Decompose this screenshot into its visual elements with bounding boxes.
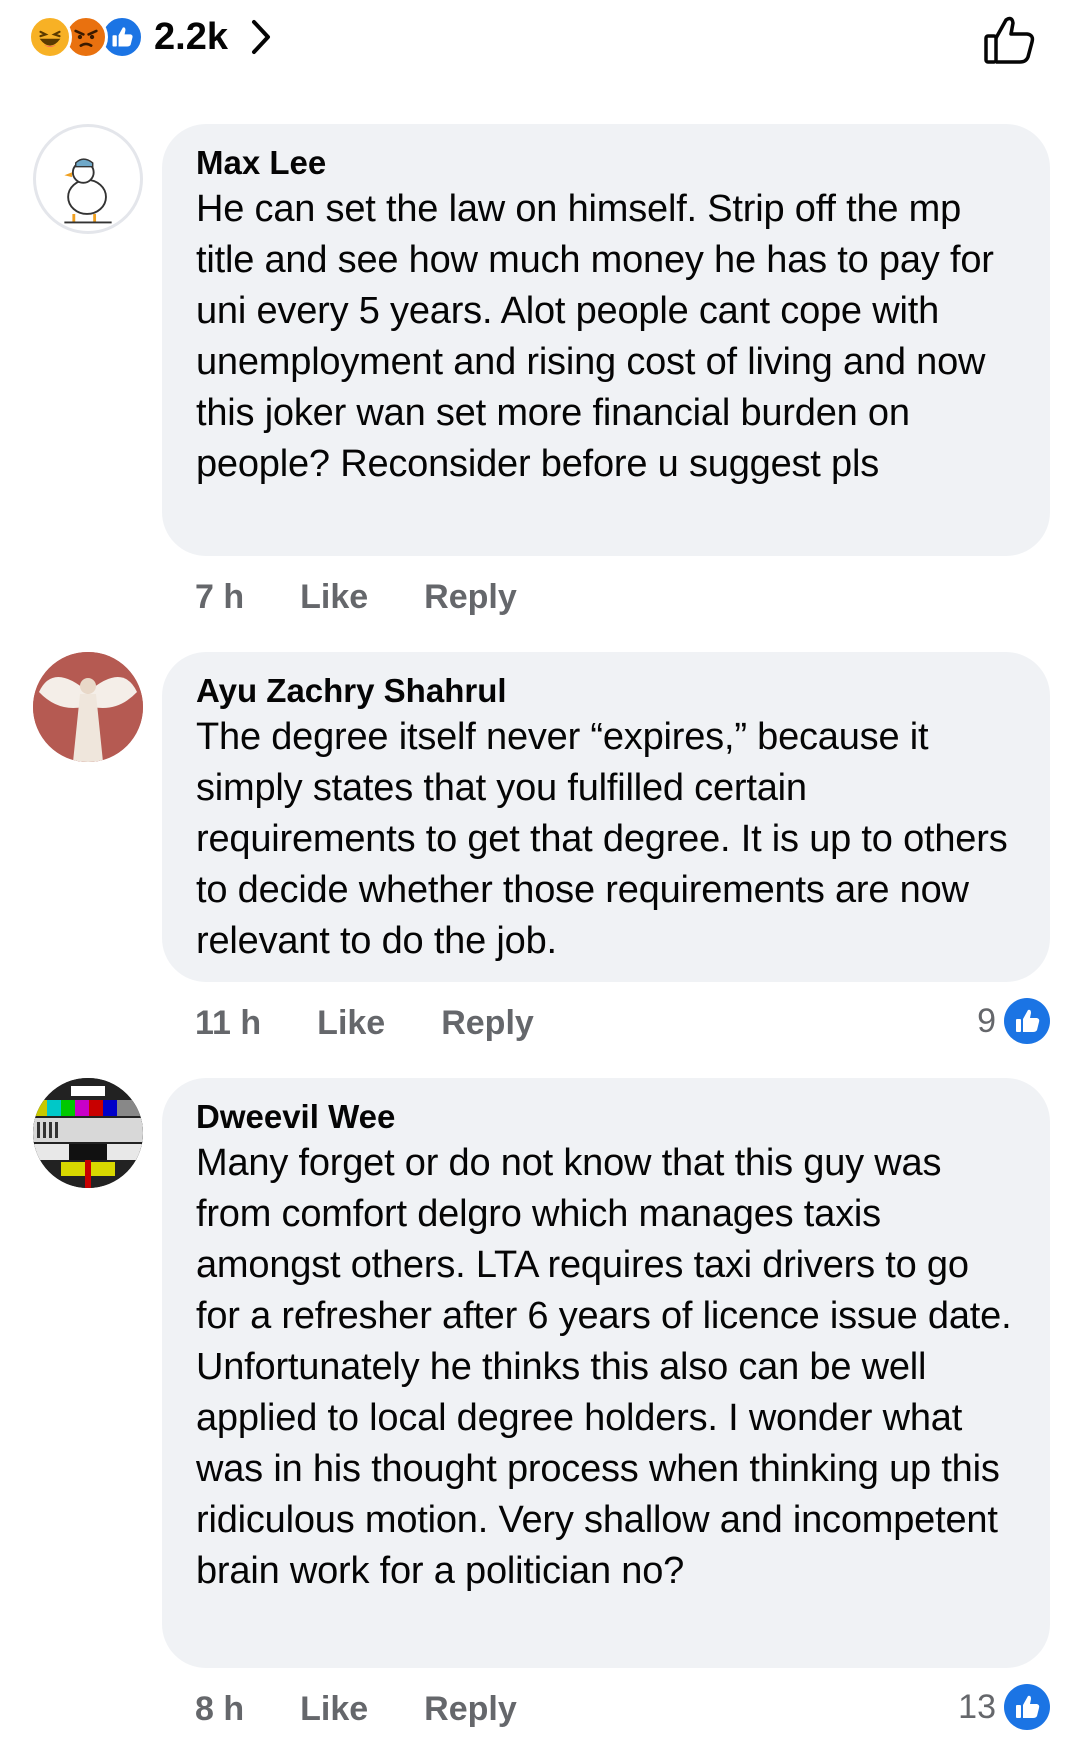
comment-author[interactable]: Max Lee [196,142,1016,184]
reply-link[interactable]: Reply [441,1004,534,1043]
comment-bubble: Max Lee He can set the law on himself. S… [162,124,1050,556]
comment-text: He can set the law on himself. Strip off… [196,188,994,485]
comment-actions: 8 h Like Reply [195,1688,573,1730]
comment-time[interactable]: 7 h [195,578,244,617]
like-count: 13 [958,1687,996,1726]
comment-author[interactable]: Ayu Zachry Shahrul [196,670,1016,712]
like-button-icon[interactable] [980,10,1040,70]
haha-icon [28,15,72,59]
reply-link[interactable]: Reply [424,578,517,617]
comment-like-count[interactable]: 13 [958,1684,1050,1730]
reactions-header: 2.2k [0,0,1080,80]
duck-avatar-image [64,158,112,224]
like-icon [1004,1684,1050,1730]
avatar[interactable] [33,124,143,234]
avatar[interactable] [33,1078,143,1188]
test-pattern-avatar-image [33,1078,143,1188]
comment-actions: 11 h Like Reply [195,1002,590,1044]
like-link[interactable]: Like [300,1690,368,1729]
chevron-right-icon[interactable] [246,14,276,60]
comment-actions: 7 h Like Reply [195,576,573,618]
avatar[interactable] [33,652,143,762]
reply-link[interactable]: Reply [424,1690,517,1729]
comment-bubble: Ayu Zachry Shahrul The degree itself nev… [162,652,1050,982]
like-link[interactable]: Like [317,1004,385,1043]
comment-bubble: Dweevil Wee Many forget or do not know t… [162,1078,1050,1668]
reactions-summary[interactable]: 2.2k [28,14,276,60]
angel-avatar-image [33,652,143,762]
comment-like-count[interactable]: 9 [977,998,1050,1044]
like-icon [1004,998,1050,1044]
like-count: 9 [977,1001,996,1040]
comment-time[interactable]: 8 h [195,1690,244,1729]
comment-author[interactable]: Dweevil Wee [196,1096,1016,1138]
comment-text: The degree itself never “expires,” becau… [196,716,1008,962]
comment-time[interactable]: 11 h [195,1004,261,1043]
reaction-count: 2.2k [154,15,228,58]
comment-text: Many forget or do not know that this guy… [196,1142,1012,1592]
like-link[interactable]: Like [300,578,368,617]
